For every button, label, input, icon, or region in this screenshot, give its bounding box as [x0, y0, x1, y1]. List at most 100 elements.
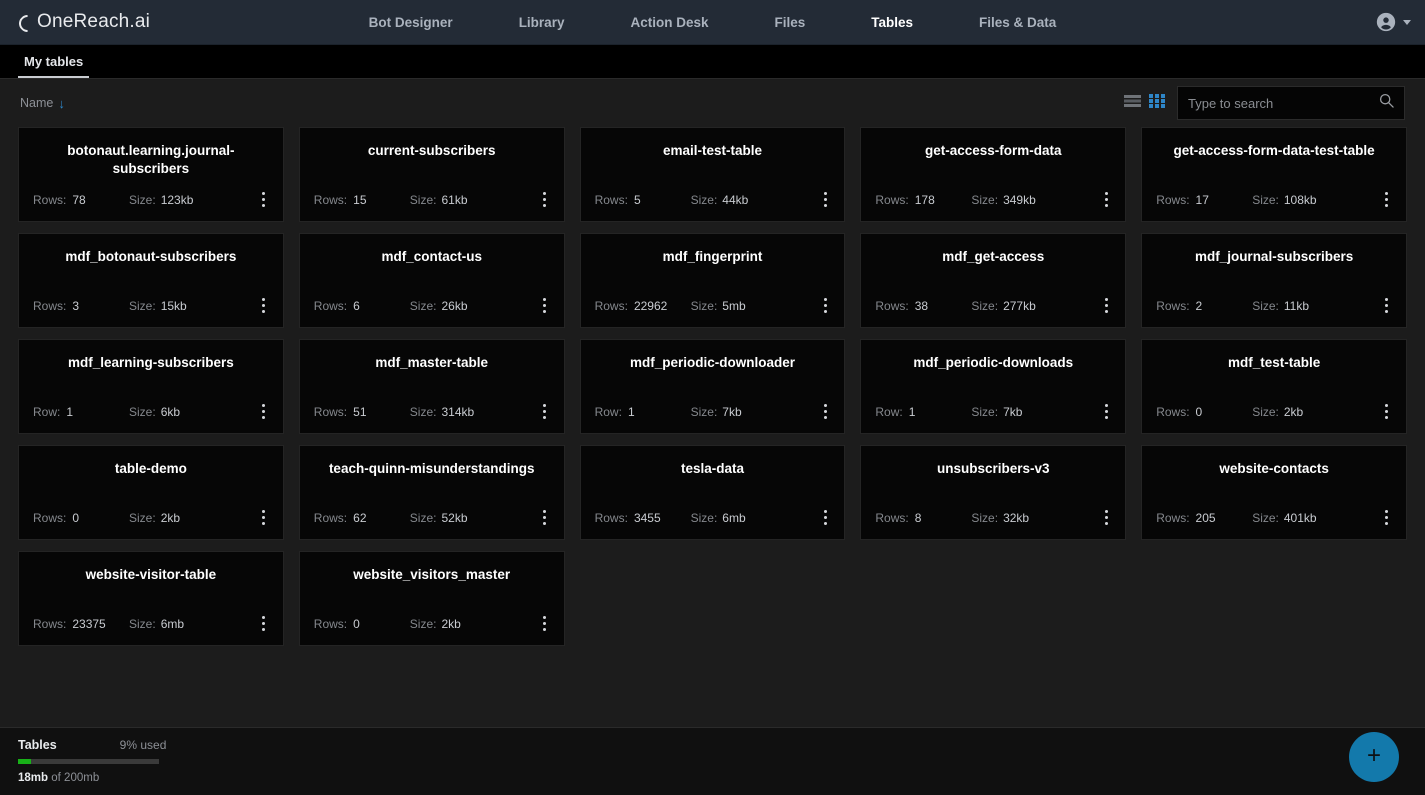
table-card[interactable]: website_visitors_masterRows:0Size:2kb	[299, 551, 565, 646]
more-vertical-icon[interactable]	[1097, 508, 1115, 527]
table-card-meta: Rows:62Size:52kb	[300, 508, 564, 539]
more-vertical-icon[interactable]	[536, 614, 554, 633]
size-label: Size:	[1252, 299, 1279, 313]
table-card[interactable]: mdf_botonaut-subscribersRows:3Size:15kb	[18, 233, 284, 328]
nav-link-tables[interactable]: Tables	[838, 15, 946, 30]
rows-value: 78	[72, 193, 85, 207]
search-input[interactable]	[1188, 96, 1373, 111]
account-circle-icon	[1375, 11, 1397, 33]
more-vertical-icon[interactable]	[1097, 296, 1115, 315]
rows-label: Rows:	[595, 299, 628, 313]
more-vertical-icon[interactable]	[255, 508, 273, 527]
table-card[interactable]: mdf_learning-subscribersRow:1Size:6kb	[18, 339, 284, 434]
rows-value: 17	[1196, 193, 1209, 207]
table-card-title: website-visitor-table	[19, 552, 283, 584]
search-icon[interactable]	[1379, 93, 1394, 113]
list-view-icon[interactable]	[1124, 94, 1141, 113]
more-vertical-icon[interactable]	[816, 402, 834, 421]
more-vertical-icon[interactable]	[536, 508, 554, 527]
footer-status-bar: Tables 9% used 18mb of 200mb +	[0, 727, 1425, 795]
size-label: Size:	[691, 511, 718, 525]
size-label: Size:	[691, 299, 718, 313]
table-card-meta: Rows:38Size:277kb	[861, 296, 1125, 327]
more-vertical-icon[interactable]	[1378, 402, 1396, 421]
search-box[interactable]	[1177, 86, 1405, 120]
table-card-size: Size:6mb	[129, 617, 184, 631]
size-value: 277kb	[1003, 299, 1036, 313]
nav-link-action-desk[interactable]: Action Desk	[597, 15, 741, 30]
size-value: 6kb	[161, 405, 180, 419]
rows-label: Rows:	[33, 617, 66, 631]
more-vertical-icon[interactable]	[1378, 190, 1396, 209]
table-card-rows: Rows:51	[314, 405, 406, 419]
table-card-title: mdf_fingerprint	[581, 234, 845, 266]
account-menu[interactable]	[1375, 11, 1425, 33]
table-card[interactable]: get-access-form-dataRows:178Size:349kb	[860, 127, 1126, 222]
table-card[interactable]: teach-quinn-misunderstandingsRows:62Size…	[299, 445, 565, 540]
table-card-size: Size:11kb	[1252, 299, 1309, 313]
more-vertical-icon[interactable]	[816, 508, 834, 527]
size-value: 6mb	[722, 511, 745, 525]
table-card[interactable]: current-subscribersRows:15Size:61kb	[299, 127, 565, 222]
table-card[interactable]: mdf_fingerprintRows:22962Size:5mb	[580, 233, 846, 328]
table-card[interactable]: botonaut.learning.journal-subscribersRow…	[18, 127, 284, 222]
table-card-title: get-access-form-data-test-table	[1142, 128, 1406, 160]
more-vertical-icon[interactable]	[255, 190, 273, 209]
toolbar-right-group	[1124, 86, 1405, 120]
more-vertical-icon[interactable]	[255, 614, 273, 633]
table-card[interactable]: mdf_contact-usRows:6Size:26kb	[299, 233, 565, 328]
table-card-title: mdf_master-table	[300, 340, 564, 372]
size-value: 108kb	[1284, 193, 1317, 207]
more-vertical-icon[interactable]	[255, 296, 273, 315]
more-vertical-icon[interactable]	[536, 190, 554, 209]
rows-value: 1	[909, 405, 916, 419]
table-card[interactable]: get-access-form-data-test-tableRows:17Si…	[1141, 127, 1407, 222]
more-vertical-icon[interactable]	[816, 296, 834, 315]
table-card[interactable]: mdf_get-accessRows:38Size:277kb	[860, 233, 1126, 328]
table-card-rows: Rows:2	[1156, 299, 1248, 313]
table-card-size: Size:32kb	[971, 511, 1029, 525]
table-card[interactable]: table-demoRows:0Size:2kb	[18, 445, 284, 540]
rows-label: Rows:	[1156, 511, 1189, 525]
table-card[interactable]: tesla-dataRows:3455Size:6mb	[580, 445, 846, 540]
storage-usage-detail: 18mb of 200mb	[18, 772, 260, 784]
more-vertical-icon[interactable]	[1097, 402, 1115, 421]
size-value: 123kb	[161, 193, 194, 207]
table-card[interactable]: mdf_master-tableRows:51Size:314kb	[299, 339, 565, 434]
rows-label: Rows:	[33, 299, 66, 313]
nav-link-files[interactable]: Files	[742, 15, 839, 30]
table-card-meta: Rows:205Size:401kb	[1142, 508, 1406, 539]
size-value: 2kb	[441, 617, 460, 631]
more-vertical-icon[interactable]	[1097, 190, 1115, 209]
sort-control[interactable]: Name ↓	[20, 96, 65, 110]
table-card-rows: Rows:0	[314, 617, 406, 631]
table-card[interactable]: mdf_periodic-downloadsRow:1Size:7kb	[860, 339, 1126, 434]
more-vertical-icon[interactable]	[255, 402, 273, 421]
nav-link-files-and-data[interactable]: Files & Data	[946, 15, 1089, 30]
table-card[interactable]: website-visitor-tableRows:23375Size:6mb	[18, 551, 284, 646]
table-card-size: Size:26kb	[410, 299, 468, 313]
table-card-size: Size:7kb	[691, 405, 742, 419]
more-vertical-icon[interactable]	[536, 296, 554, 315]
nav-link-bot-designer[interactable]: Bot Designer	[336, 15, 486, 30]
table-card[interactable]: mdf_periodic-downloaderRow:1Size:7kb	[580, 339, 846, 434]
add-table-button[interactable]: +	[1349, 732, 1399, 782]
brand-logo[interactable]: OneReach.ai	[0, 11, 150, 33]
more-vertical-icon[interactable]	[816, 190, 834, 209]
table-card-title: mdf_journal-subscribers	[1142, 234, 1406, 266]
size-value: 2kb	[161, 511, 180, 525]
more-vertical-icon[interactable]	[1378, 508, 1396, 527]
table-card[interactable]: email-test-tableRows:5Size:44kb	[580, 127, 846, 222]
rows-value: 5	[634, 193, 641, 207]
tab-my-tables[interactable]: My tables	[18, 54, 89, 78]
table-card[interactable]: mdf_journal-subscribers Rows:2 Size:11kb	[1141, 233, 1407, 328]
storage-total-value: 200mb	[64, 772, 99, 784]
grid-view-icon[interactable]	[1149, 94, 1165, 113]
table-card[interactable]: mdf_test-tableRows:0Size:2kb	[1141, 339, 1407, 434]
more-vertical-icon[interactable]	[536, 402, 554, 421]
table-card[interactable]: unsubscribers-v3Rows:8Size:32kb	[860, 445, 1126, 540]
more-vertical-icon[interactable]	[1378, 296, 1396, 315]
nav-link-library[interactable]: Library	[486, 15, 598, 30]
table-card[interactable]: website-contactsRows:205Size:401kb	[1141, 445, 1407, 540]
rows-label: Row:	[875, 405, 902, 419]
